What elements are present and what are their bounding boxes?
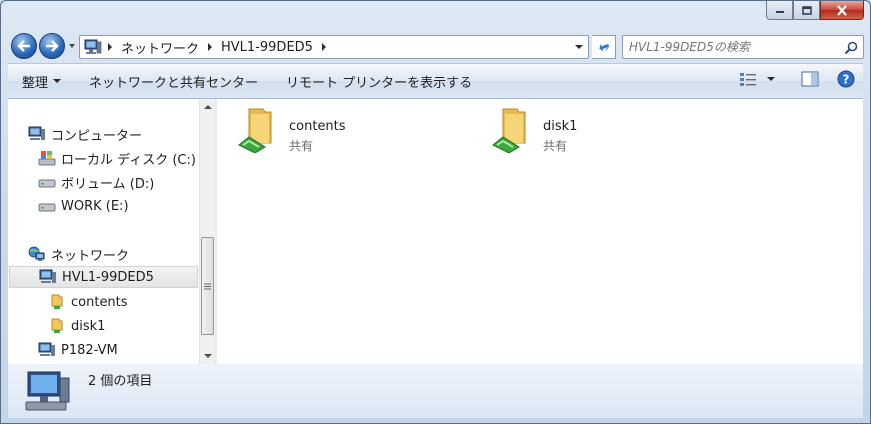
scroll-up-button[interactable]: [200, 99, 215, 115]
help-icon: ?: [837, 70, 855, 88]
maximize-icon: [801, 5, 812, 15]
nav-item-label: P182-VM: [61, 342, 118, 358]
chevron-down-icon: [767, 77, 775, 81]
hard-drive-icon: [38, 203, 56, 212]
shared-folder-icon: [51, 294, 63, 309]
breadcrumb-separator-icon[interactable]: [104, 41, 116, 53]
nav-item-label: ローカル ディスク (C:): [61, 152, 196, 168]
preview-pane-icon: [801, 71, 819, 87]
help-button[interactable]: ?: [837, 70, 855, 88]
nav-item-local-disk[interactable]: ローカル ディスク (C:): [38, 147, 196, 169]
address-bar[interactable]: ネットワーク HVL1-99DED5: [79, 35, 589, 59]
close-icon: [837, 4, 847, 16]
remote-printers-button[interactable]: リモート プリンターを表示する: [272, 72, 486, 91]
nav-item-volume-d[interactable]: ボリューム (D:): [38, 171, 154, 193]
nav-item-host[interactable]: HVL1-99DED5: [9, 266, 198, 288]
file-list[interactable]: contents 共有 disk1 共有: [217, 99, 863, 364]
main-area: コンピューター ローカル ディスク (C:) ボリューム (D:) WORK (…: [8, 99, 863, 364]
command-bar: 整理 ネットワークと共有センター リモート プリンターを表示する ?: [8, 63, 863, 99]
svg-text:?: ?: [843, 73, 850, 87]
address-history-chevron-down-icon[interactable]: [574, 43, 584, 51]
file-item-disk1[interactable]: disk1 共有: [489, 105, 577, 154]
nav-item-p182[interactable]: P182-VM: [38, 339, 118, 361]
system-drive-icon: [38, 151, 56, 166]
breadcrumb-host[interactable]: HVL1-99DED5: [218, 40, 316, 55]
network-center-label: ネットワークと共有センター: [89, 75, 259, 91]
chevron-down-icon: [204, 354, 212, 358]
arrow-right-icon: [46, 40, 59, 52]
nav-item-share-disk1[interactable]: disk1: [48, 315, 105, 337]
view-controls: ?: [739, 70, 855, 88]
chevron-down-icon: [53, 79, 62, 83]
network-computer-icon: [39, 269, 56, 283]
nav-item-label: コンピューター: [51, 128, 143, 144]
file-item-contents[interactable]: contents 共有: [235, 105, 346, 154]
preview-pane-button[interactable]: [801, 71, 819, 87]
network-center-button[interactable]: ネットワークと共有センター: [75, 72, 272, 91]
scrollbar-thumb[interactable]: [201, 237, 214, 335]
file-name: contents: [289, 119, 346, 134]
nav-item-label: ネットワーク: [51, 248, 130, 264]
refresh-icon: [598, 43, 609, 52]
network-icon: [28, 246, 45, 261]
nav-item-label: WORK (E:): [61, 198, 129, 214]
computer-icon: [28, 126, 45, 140]
nav-pane-scrollbar[interactable]: [199, 99, 215, 364]
change-view-button[interactable]: [739, 71, 777, 87]
navigation-pane[interactable]: コンピューター ローカル ディスク (C:) ボリューム (D:) WORK (…: [8, 99, 215, 364]
breadcrumb-network[interactable]: ネットワーク: [118, 38, 202, 57]
close-button[interactable]: [820, 1, 864, 20]
shared-folder-icon: [492, 108, 526, 153]
recent-pages-chevron-down-icon[interactable]: [67, 41, 77, 51]
file-name: disk1: [543, 119, 578, 134]
nav-item-label: ボリューム (D:): [61, 176, 155, 192]
back-button[interactable]: [11, 33, 37, 59]
maximize-button[interactable]: [793, 1, 820, 20]
nav-item-computer[interactable]: コンピューター: [28, 123, 142, 145]
details-pane: 2 個の項目: [8, 364, 863, 418]
network-computer-large-icon: [25, 371, 70, 411]
nav-item-label: disk1: [71, 318, 106, 334]
navigation-row: ネットワーク HVL1-99DED5: [9, 31, 864, 61]
nav-item-label: HVL1-99DED5: [62, 269, 154, 285]
breadcrumb-separator-icon[interactable]: [204, 41, 216, 53]
chevron-up-icon: [204, 105, 212, 109]
network-computer-icon: [84, 39, 102, 54]
minimize-button[interactable]: [766, 1, 793, 20]
search-box[interactable]: [622, 35, 864, 59]
scroll-down-button[interactable]: [200, 348, 215, 364]
file-type: 共有: [289, 139, 314, 153]
search-input[interactable]: [629, 40, 839, 54]
forward-button[interactable]: [39, 33, 65, 59]
organize-label: 整理: [22, 75, 49, 91]
hard-drive-icon: [38, 179, 56, 188]
shared-folder-icon: [238, 108, 272, 153]
view-options-icon: [740, 73, 756, 86]
remote-printers-label: リモート プリンターを表示する: [286, 75, 473, 91]
search-icon[interactable]: [844, 41, 858, 55]
item-count: 2 個の項目: [88, 374, 153, 389]
nav-item-network[interactable]: ネットワーク: [28, 243, 129, 265]
nav-item-label: contents: [71, 294, 128, 310]
organize-button[interactable]: 整理: [8, 72, 75, 91]
grip-icon: [204, 283, 211, 289]
file-type: 共有: [543, 139, 568, 153]
breadcrumb-separator-icon[interactable]: [318, 41, 330, 53]
explorer-window: ネットワーク HVL1-99DED5 整理: [0, 0, 871, 424]
network-computer-icon: [38, 342, 55, 356]
minimize-icon: [775, 11, 784, 13]
nav-item-work-e[interactable]: WORK (E:): [38, 195, 129, 217]
nav-item-share-contents[interactable]: contents: [48, 291, 128, 313]
shared-folder-icon: [51, 318, 63, 333]
caption-buttons: [766, 1, 864, 21]
arrow-left-icon: [17, 40, 30, 52]
refresh-button[interactable]: [592, 35, 616, 59]
